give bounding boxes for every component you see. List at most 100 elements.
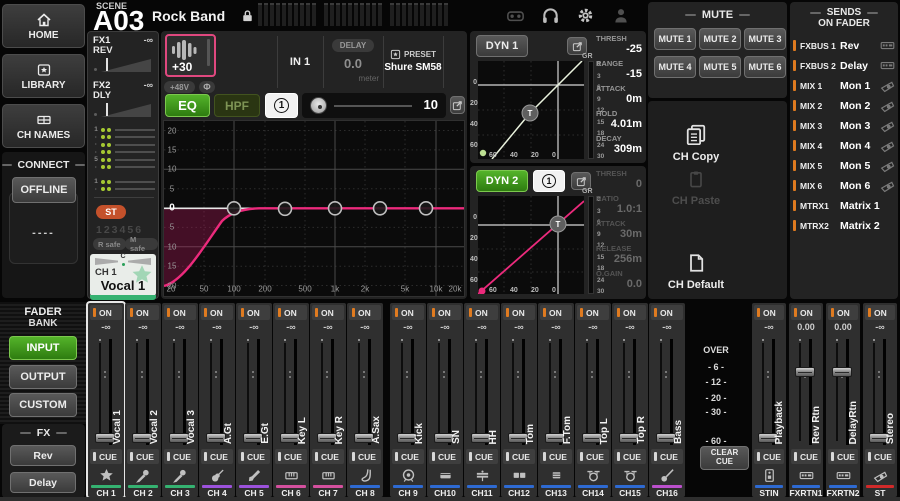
fader-strip-ch1[interactable]: ON-∞Vocal 1CUECH 1 — [88, 303, 124, 497]
send-on-fader-row[interactable]: MIX 3Mon 3 — [793, 116, 895, 135]
fader-strip-ch3[interactable]: ON-∞Vocal 3CUECH 3 — [162, 303, 198, 497]
send-level-bar[interactable] — [115, 166, 155, 168]
fader-strip-ch6[interactable]: ON-∞Key LCUECH 6 — [273, 303, 309, 497]
send-level-bar[interactable] — [115, 144, 155, 146]
ch-paste-button[interactable]: CH Paste — [648, 169, 744, 207]
fader-cap[interactable] — [832, 367, 852, 377]
fx-delay-button[interactable]: Delay — [10, 472, 76, 493]
send-level-bar[interactable] — [115, 136, 155, 138]
mute-button-6[interactable]: MUTE 6 — [744, 56, 786, 78]
channel-cue-button[interactable]: CUE — [127, 449, 159, 464]
fader-strip-ch16[interactable]: ON-∞BassCUECH16 — [649, 303, 685, 497]
channel-on-button[interactable]: ON — [577, 305, 609, 320]
send-on-fader-row[interactable]: FXBUS 2Delay — [793, 56, 895, 75]
mute-button-4[interactable]: MUTE 4 — [654, 56, 696, 78]
send-level-bar[interactable] — [115, 159, 155, 161]
channel-cue-button[interactable]: CUE — [791, 449, 821, 464]
home-button[interactable]: HOME — [2, 4, 85, 48]
channel-cue-button[interactable]: CUE — [275, 449, 307, 464]
send-level-bar[interactable] — [115, 188, 155, 190]
channel-cue-button[interactable]: CUE — [349, 449, 381, 464]
fader-bank-custom-button[interactable]: CUSTOM — [9, 393, 77, 417]
dyn1-threshold-handle[interactable]: T — [528, 109, 533, 118]
mute-button-1[interactable]: MUTE 1 — [654, 28, 696, 50]
channel-cue-button[interactable]: CUE — [429, 449, 461, 464]
fader-strip-ch12[interactable]: ON-∞TomCUECH12 — [501, 303, 537, 497]
fader-bank-output-button[interactable]: OUTPUT — [9, 365, 77, 389]
fader-strip-ch7[interactable]: ON-∞Key RCUECH 7 — [310, 303, 346, 497]
send-level-bar[interactable] — [115, 181, 155, 183]
fx2-send-wedge[interactable] — [101, 104, 151, 117]
channel-cue-button[interactable]: CUE — [392, 449, 424, 464]
send-on-fader-row[interactable]: MIX 4Mon 4 — [793, 136, 895, 155]
channel-on-button[interactable]: ON — [466, 305, 498, 320]
channel-on-button[interactable]: ON — [651, 305, 683, 320]
fader-strip-ch11[interactable]: ON-∞HHCUECH11 — [464, 303, 500, 497]
eq-graph[interactable]: 201510505101520 20501002005001k2k5k10k20… — [163, 120, 465, 297]
phantom-button[interactable]: +48V — [164, 81, 195, 93]
gain-box[interactable]: +30 — [165, 34, 216, 77]
fader-strip-fxrtn1[interactable]: ON0.00Rev RtnCUEFXRTN1 — [789, 303, 823, 497]
channel-on-button[interactable]: ON — [791, 305, 821, 320]
fx-rev-button[interactable]: Rev — [10, 445, 76, 466]
channel-cue-button[interactable]: CUE — [312, 449, 344, 464]
channel-cue-button[interactable]: CUE — [614, 449, 646, 464]
ch-names-button[interactable]: CH NAMES — [2, 104, 85, 148]
dyn2-graph[interactable]: T 6040200 — [478, 196, 584, 294]
clear-cue-button[interactable]: CLEARCUE — [700, 446, 749, 470]
channel-on-button[interactable]: ON — [275, 305, 307, 320]
channel-name-block[interactable]: C CH 1 Vocal 1 — [90, 254, 156, 296]
fader-bank-input-button[interactable]: INPUT — [9, 336, 77, 360]
ch-default-button[interactable]: CH Default — [648, 253, 744, 291]
input-patch[interactable]: IN 1 — [277, 56, 323, 68]
dyn2-touch-button[interactable]: 1 — [533, 170, 565, 192]
channel-cue-button[interactable]: CUE — [238, 449, 270, 464]
fader-strip-st[interactable]: ON-∞StereoCUEST — [863, 303, 897, 497]
library-button[interactable]: LIBRARY — [2, 54, 85, 98]
channel-on-button[interactable]: ON — [164, 305, 196, 320]
send-level-bar[interactable] — [115, 129, 155, 131]
channel-cue-button[interactable]: CUE — [90, 449, 122, 464]
channel-on-button[interactable]: ON — [392, 305, 424, 320]
fader-strip-ch13[interactable]: ON-∞F.TomCUECH13 — [538, 303, 574, 497]
slider-track[interactable] — [334, 105, 412, 107]
send-on-fader-row[interactable]: FXBUS 1Rev — [793, 36, 895, 55]
send-on-fader-row[interactable]: MTRX2Matrix 2 — [793, 216, 895, 235]
fader-strip-ch4[interactable]: ON-∞A.GtCUECH 4 — [199, 303, 235, 497]
channel-on-button[interactable]: ON — [754, 305, 784, 320]
fader-strip-ch5[interactable]: ON-∞E.GtCUECH 5 — [236, 303, 272, 497]
fader-strip-ch2[interactable]: ON-∞Vocal 2CUECH 2 — [125, 303, 161, 497]
fader-strip-ch15[interactable]: ON-∞Top RCUECH15 — [612, 303, 648, 497]
recorder-icon[interactable] — [505, 7, 526, 25]
fader-strip-ch10[interactable]: ON-∞SNCUECH10 — [427, 303, 463, 497]
channel-cue-button[interactable]: CUE — [201, 449, 233, 464]
mute-button-3[interactable]: MUTE 3 — [744, 28, 786, 50]
channel-on-button[interactable]: ON — [312, 305, 344, 320]
channel-on-button[interactable]: ON — [540, 305, 572, 320]
fader-strip-ch8[interactable]: ON-∞A.SaxCUECH 8 — [347, 303, 383, 497]
ch-copy-button[interactable]: CH Copy — [648, 123, 744, 163]
channel-cue-button[interactable]: CUE — [164, 449, 196, 464]
mute-button-2[interactable]: MUTE 2 — [699, 28, 741, 50]
preset-row[interactable]: PRESET — [383, 49, 443, 60]
send-on-fader-row[interactable]: MIX 1Mon 1 — [793, 76, 895, 95]
channel-on-button[interactable]: ON — [90, 305, 122, 320]
eq-button[interactable]: EQ — [165, 94, 210, 117]
eq-touch-button[interactable]: 1 — [265, 93, 298, 118]
fader-strip-stin[interactable]: ON-∞PlaybackCUESTIN — [752, 303, 786, 497]
mute-button-5[interactable]: MUTE 5 — [699, 56, 741, 78]
fader-strip-ch9[interactable]: ON-∞KickCUECH 9 — [390, 303, 426, 497]
send-level-bar[interactable] — [115, 151, 155, 153]
channel-on-button[interactable]: ON — [503, 305, 535, 320]
channel-cue-button[interactable]: CUE — [754, 449, 784, 464]
fx1-send-wedge[interactable] — [101, 59, 151, 72]
dyn2-button[interactable]: DYN 2 — [476, 170, 528, 192]
channel-on-button[interactable]: ON — [429, 305, 461, 320]
headphones-icon[interactable] — [541, 6, 560, 25]
offline-button[interactable]: OFFLINE — [12, 177, 76, 203]
eq-expand-button[interactable] — [450, 96, 465, 114]
send-on-fader-row[interactable]: MIX 6Mon 6 — [793, 176, 895, 195]
channel-cue-button[interactable]: CUE — [865, 449, 895, 464]
channel-on-button[interactable]: ON — [614, 305, 646, 320]
channel-cue-button[interactable]: CUE — [503, 449, 535, 464]
